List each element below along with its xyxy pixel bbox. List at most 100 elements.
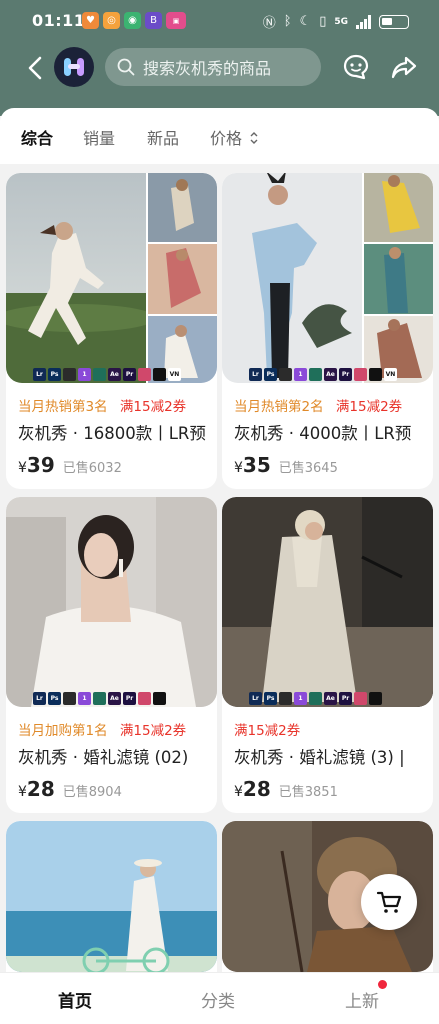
sort-tab-sales[interactable]: 销量 — [83, 125, 115, 149]
coupon-tag: 满15减2券 — [119, 723, 187, 739]
product-tags: 当月加购第1名 满15减2券 — [18, 719, 186, 739]
one-icon: 1 — [78, 692, 91, 705]
system-icons: Ⓝ ᛒ ☾ ▯ 5G — [263, 12, 409, 31]
davinci-icon — [309, 692, 322, 705]
rank-tag: 当月热销第2名 — [234, 399, 324, 415]
heart-app-icon: ♥ — [82, 12, 99, 29]
capture-one-icon — [63, 692, 76, 705]
product-card[interactable]: Lr Ps 1 Ae Pr VN 当月热销第3名 满15减2券 灰机秀 · 16… — [6, 173, 217, 489]
fcp-icon — [354, 692, 367, 705]
status-time: 01:11 — [32, 11, 86, 30]
rank-tag: 当月热销第3名 — [18, 399, 108, 415]
software-badges: Lr Ps 1 Ae Pr VN — [249, 368, 397, 381]
search-icon — [117, 58, 135, 76]
ae-icon: Ae — [324, 692, 337, 705]
battery-icon — [379, 14, 409, 29]
ps-icon: Ps — [264, 368, 277, 381]
software-badges: Lr Ps 1 Ae Pr — [249, 692, 382, 705]
sort-updown-icon — [250, 132, 258, 144]
vn-icon: VN — [168, 368, 181, 381]
app-header: 01:11 ♥ ◎ ◉ B ▣ Ⓝ ᛒ ☾ ▯ 5G 搜索灰机秀的商品 — [0, 0, 439, 116]
pink-app-icon: ▣ — [166, 12, 186, 29]
sort-tab-price-label: 价格 — [210, 129, 243, 148]
bluetooth-icon: ᛒ — [283, 14, 292, 29]
rank-tag: 当月加购第1名 — [18, 723, 108, 739]
product-card[interactable] — [6, 821, 217, 972]
ae-icon: Ae — [324, 368, 337, 381]
sort-bar: 综合 销量 新品 价格 — [0, 108, 439, 164]
sold-count: 已售3645 — [278, 461, 338, 476]
product-image — [6, 173, 217, 383]
one-icon: 1 — [294, 368, 307, 381]
product-title: 灰机秀 · 婚礼滤镜 (02) — [18, 748, 189, 767]
signal-icon — [356, 14, 371, 29]
product-card[interactable]: Lr Ps 1 Ae Pr VN 当月热销第2名 满15减2券 灰机秀 · 40… — [222, 173, 433, 489]
software-badges: Lr Ps 1 Ae Pr VN — [33, 368, 181, 381]
cart-button[interactable] — [361, 874, 417, 930]
currency-symbol: ¥ — [234, 460, 243, 476]
sort-tab-new[interactable]: 新品 — [147, 125, 179, 149]
price-row: ¥35 已售3645 — [234, 453, 338, 477]
pr-icon: Pr — [123, 692, 136, 705]
product-card[interactable]: Lr Ps 1 Ae Pr 满15减2券 灰机秀 · 婚礼滤镜 (3) | ¥2… — [222, 497, 433, 813]
back-arrow-icon[interactable] — [22, 52, 50, 84]
product-image — [222, 173, 433, 383]
customer-service-icon[interactable] — [341, 52, 371, 82]
pr-icon: Pr — [339, 368, 352, 381]
product-image — [222, 497, 433, 707]
tab-category[interactable]: 分类 — [201, 987, 235, 1012]
product-title: 灰机秀 · 婚礼滤镜 (3) | — [234, 748, 405, 767]
capcut-icon — [153, 692, 166, 705]
currency-symbol: ¥ — [18, 460, 27, 476]
sort-tab-price[interactable]: 价格 — [210, 125, 259, 149]
coupon-tag: 满15减2券 — [234, 723, 301, 739]
currency-symbol: ¥ — [18, 784, 27, 800]
shop-logo-mark — [64, 58, 84, 76]
capture-one-icon — [279, 692, 292, 705]
vn-icon: VN — [384, 368, 397, 381]
product-title: 灰机秀 · 16800款丨LR预 — [18, 424, 206, 443]
tab-new-arrivals[interactable]: 上新 — [345, 987, 379, 1012]
product-image — [6, 821, 217, 972]
lr-icon: Lr — [249, 368, 262, 381]
ps-icon: Ps — [48, 368, 61, 381]
new-badge-dot — [378, 980, 387, 989]
lr-icon: Lr — [33, 692, 46, 705]
product-price: 28 — [26, 777, 55, 801]
tab-home[interactable]: 首页 — [58, 987, 92, 1012]
price-row: ¥28 已售8904 — [18, 777, 122, 801]
product-tags: 当月热销第2名 满15减2券 — [234, 395, 402, 415]
coupon-tag: 满15减2券 — [119, 399, 187, 415]
ps-icon: Ps — [264, 692, 277, 705]
fcp-icon — [354, 368, 367, 381]
sold-count: 已售3851 — [278, 785, 338, 800]
price-row: ¥28 已售3851 — [234, 777, 338, 801]
search-placeholder: 搜索灰机秀的商品 — [143, 59, 272, 78]
davinci-icon — [309, 368, 322, 381]
orange-app-icon: ◎ — [103, 12, 120, 29]
one-icon: 1 — [294, 692, 307, 705]
top-nav: 搜索灰机秀的商品 — [0, 42, 439, 94]
capture-one-icon — [279, 368, 292, 381]
product-title: 灰机秀 · 4000款丨LR预 — [234, 424, 412, 443]
product-tags: 当月热销第3名 满15减2券 — [18, 395, 186, 415]
moon-icon: ☾ — [299, 14, 312, 29]
sort-tab-default[interactable]: 综合 — [21, 125, 53, 149]
capture-one-icon — [63, 368, 76, 381]
fcp-icon — [138, 368, 151, 381]
product-price: 28 — [242, 777, 271, 801]
product-card[interactable]: Lr Ps 1 Ae Pr 当月加购第1名 满15减2券 灰机秀 · 婚礼滤镜 … — [6, 497, 217, 813]
currency-symbol: ¥ — [234, 784, 243, 800]
capcut-icon — [153, 368, 166, 381]
ps-icon: Ps — [48, 692, 61, 705]
ae-icon: Ae — [108, 368, 121, 381]
shop-logo[interactable] — [54, 47, 94, 87]
network-label: 5G — [334, 16, 348, 27]
search-input[interactable]: 搜索灰机秀的商品 — [105, 48, 321, 86]
nfc-icon: Ⓝ — [262, 16, 276, 31]
pr-icon: Pr — [339, 692, 352, 705]
share-icon[interactable] — [389, 52, 419, 82]
pr-icon: Pr — [123, 368, 136, 381]
one-icon: 1 — [78, 368, 91, 381]
davinci-icon — [93, 368, 106, 381]
